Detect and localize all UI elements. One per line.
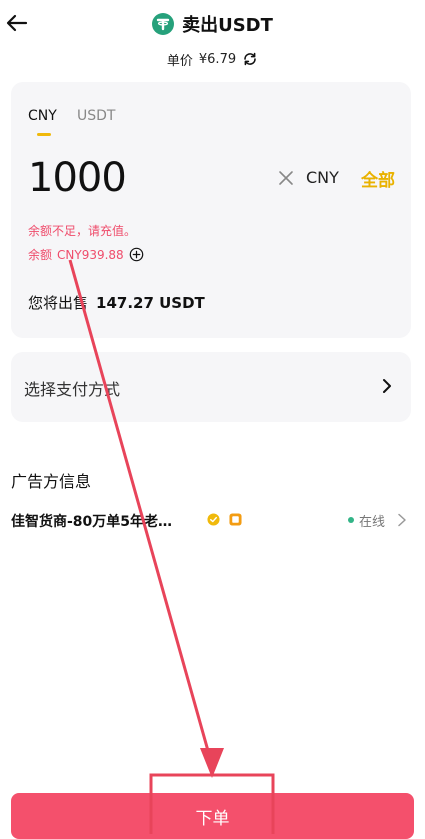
add-circle-icon[interactable] (129, 247, 144, 262)
advertiser-name[interactable]: 佳智货商-80万单5年老… (11, 511, 172, 531)
place-order-button[interactable]: 下单 (11, 793, 414, 839)
balance-value: CNY939.88 (57, 247, 124, 262)
sell-amount-row: 您将出售 147.27 USDT (28, 292, 205, 313)
sell-amount-label: 您将出售 (28, 294, 89, 312)
unit-price-row: 单价 ¥6.79 (0, 49, 425, 69)
payment-method-label: 选择支付方式 (24, 380, 121, 399)
tether-logo-icon (152, 13, 175, 35)
chevron-right-icon (383, 379, 391, 393)
chevron-right-icon[interactable] (396, 512, 408, 528)
header-title-group: 卖出USDT (0, 10, 425, 38)
online-status: 在线 (359, 515, 386, 530)
verified-badge-icon (207, 513, 220, 526)
refresh-icon[interactable] (242, 51, 258, 67)
balance-label: 余额 (28, 248, 53, 262)
currency-label: CNY (306, 168, 339, 187)
price-value: ¥6.79 (198, 51, 237, 67)
online-status-dot (348, 517, 354, 523)
price-label: 单价 (166, 53, 193, 69)
balance-row: 余额 CNY939.88 (28, 246, 144, 263)
active-tab-indicator (37, 133, 51, 136)
insufficient-balance-warning: 余额不足，请充值。 (28, 224, 137, 238)
tab-usdt[interactable]: USDT (77, 108, 115, 124)
tab-cny[interactable]: CNY (28, 108, 57, 124)
merchant-badge-icon (229, 513, 242, 526)
advertiser-section-title: 广告方信息 (11, 472, 92, 491)
amount-input[interactable] (28, 150, 258, 206)
all-button[interactable]: 全部 (361, 166, 395, 191)
annotation-arrow-head (200, 748, 224, 778)
sell-amount-value: 147.27 USDT (96, 294, 205, 312)
page-title: 卖出USDT (182, 15, 273, 36)
clear-icon[interactable] (276, 168, 296, 188)
